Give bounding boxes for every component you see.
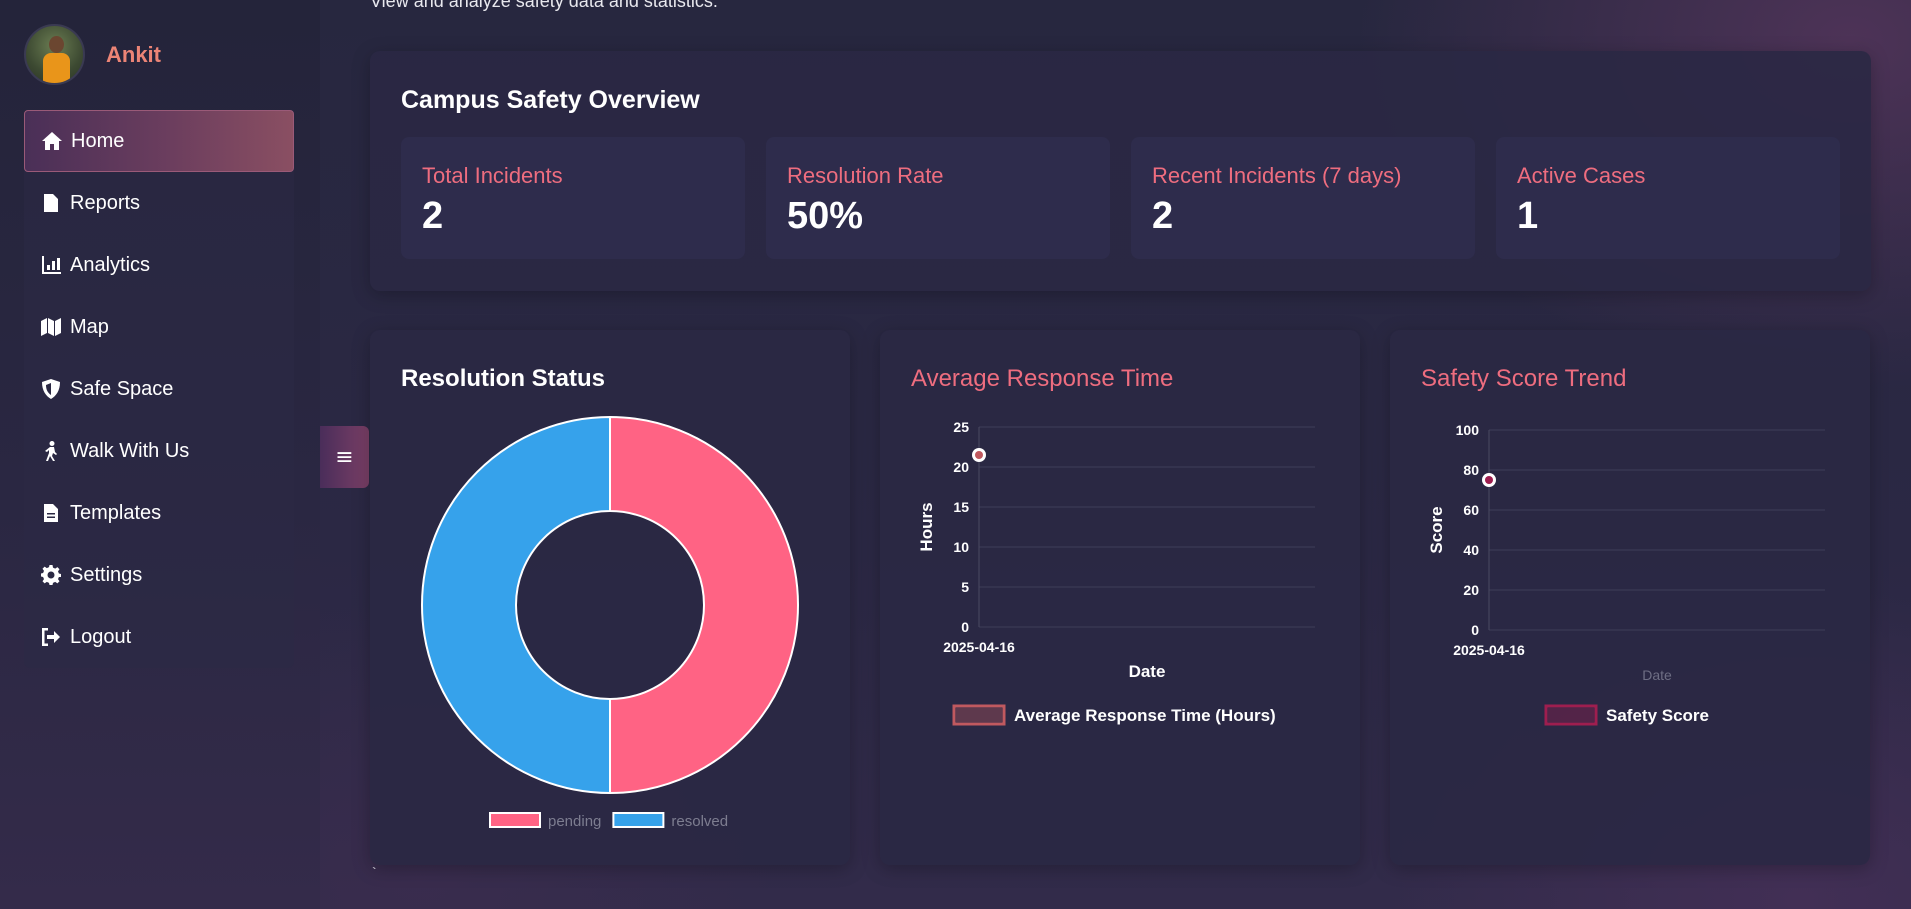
y-tick-label: 40 <box>1463 542 1479 558</box>
y-tick-label: 25 <box>953 419 969 435</box>
safety-score-card: Safety Score Trend 0 20 40 60 80 100 2025-04-1… <box>1390 330 1870 865</box>
safety-overview-card: Campus Safety Overview Total Incidents 2… <box>370 51 1871 291</box>
sidebar-item-settings[interactable]: Settings <box>24 544 294 606</box>
y-tick-label: 20 <box>953 459 969 475</box>
donut-slice-pending <box>609 415 799 795</box>
home-icon <box>41 130 63 152</box>
data-point <box>1485 476 1493 484</box>
sidebar-toggle-button[interactable]: ≡ <box>320 426 369 488</box>
y-tick-label: 0 <box>1471 622 1479 638</box>
y-axis-title: Hours <box>917 502 936 551</box>
gear-icon <box>40 564 62 586</box>
sidebar-item-label: Safe Space <box>70 377 174 400</box>
user-name: Ankit <box>106 41 161 67</box>
resolution-status-card: Resolution Status pending resolved <box>370 330 850 865</box>
legend-swatch-fill <box>1548 708 1594 722</box>
stat-active-cases: Active Cases 1 <box>1496 137 1840 259</box>
x-tick-label: 2025-04-16 <box>943 639 1015 655</box>
sidebar: Ankit Home Reports Analytics Map Safe Sp… <box>0 0 320 909</box>
y-tick-label: 60 <box>1463 502 1479 518</box>
legend-label-resolved: resolved <box>671 813 728 830</box>
y-tick-label: 10 <box>953 539 969 555</box>
stat-value: 2 <box>1152 195 1174 237</box>
donut-slice-resolved <box>421 415 611 795</box>
sidebar-item-reports[interactable]: Reports <box>24 172 294 234</box>
legend-swatch-resolved <box>612 812 665 828</box>
y-axis-title: Score <box>1427 506 1446 553</box>
stat-resolution-rate: Resolution Rate 50% <box>766 137 1110 259</box>
map-icon <box>40 316 62 338</box>
y-tick-label: 20 <box>1463 582 1479 598</box>
sidebar-item-label: Home <box>71 129 125 152</box>
sidebar-item-map[interactable]: Map <box>24 296 294 358</box>
sidebar-item-logout[interactable]: Logout <box>24 606 294 668</box>
x-axis-title: Date <box>1129 662 1166 681</box>
stat-label: Recent Incidents (7 days) <box>1152 163 1402 188</box>
stat-value: 50% <box>787 195 864 237</box>
sidebar-item-analytics[interactable]: Analytics <box>24 234 294 296</box>
legend-label-pending: pending <box>548 813 601 830</box>
document-icon <box>40 502 62 524</box>
sidebar-item-label: Walk With Us <box>70 439 190 462</box>
legend-swatch-pending <box>489 812 541 828</box>
legend-label: Average Response Time (Hours) <box>1014 706 1276 725</box>
resolution-status-chart[interactable]: pending resolved <box>370 330 850 865</box>
sidebar-item-label: Templates <box>70 501 162 524</box>
data-point <box>975 451 983 459</box>
user-profile[interactable]: Ankit <box>24 24 161 85</box>
y-tick-label: 5 <box>961 579 969 595</box>
stat-total-incidents: Total Incidents 2 <box>401 137 745 259</box>
sidebar-item-walk-with-us[interactable]: Walk With Us <box>24 420 294 482</box>
sidebar-item-templates[interactable]: Templates <box>24 482 294 544</box>
sidebar-item-safe-space[interactable]: Safe Space <box>24 358 294 420</box>
y-tick-label: 80 <box>1463 462 1479 478</box>
y-tick-label: 0 <box>961 619 969 635</box>
safety-score-chart[interactable]: 0 20 40 60 80 100 2025-04-16 Date Score Safety Sc… <box>1390 330 1870 865</box>
file-icon <box>40 192 62 214</box>
avatar-body <box>43 53 70 83</box>
page-subtitle: View and analyze safety data and statist… <box>370 0 718 11</box>
walking-icon <box>40 440 62 462</box>
stat-label: Total Incidents <box>422 163 563 188</box>
stat-label: Resolution Rate <box>787 163 944 188</box>
stat-value: 1 <box>1517 195 1539 237</box>
x-axis-title: Date <box>1642 667 1672 683</box>
overview-title: Campus Safety Overview <box>401 86 700 114</box>
sidebar-nav: Home Reports Analytics Map Safe Space Wa… <box>24 110 294 668</box>
avatar-head <box>49 36 64 53</box>
legend-label: Safety Score <box>1606 706 1709 725</box>
shield-icon <box>40 378 62 400</box>
stat-label: Active Cases <box>1517 163 1646 188</box>
sidebar-item-label: Logout <box>70 625 132 648</box>
stat-recent-incidents: Recent Incidents (7 days) 2 <box>1131 137 1475 259</box>
response-time-chart[interactable]: 05101520252025-04-16DateHoursAverage Res… <box>880 330 1360 865</box>
x-tick-label: 2025-04-16 <box>1453 642 1525 658</box>
y-tick-label: 100 <box>1456 422 1480 438</box>
sidebar-item-home[interactable]: Home <box>24 110 294 172</box>
sidebar-item-label: Map <box>70 315 109 338</box>
sidebar-item-label: Analytics <box>70 253 151 276</box>
y-tick-label: 15 <box>953 499 969 515</box>
sidebar-item-label: Reports <box>70 191 141 214</box>
hamburger-icon: ≡ <box>335 444 354 470</box>
stray-backtick: ` <box>370 866 379 882</box>
stat-value: 2 <box>422 195 444 237</box>
chart-icon <box>40 254 62 276</box>
logout-icon <box>40 626 62 648</box>
avatar[interactable] <box>24 24 85 85</box>
legend-swatch-fill <box>956 708 1002 722</box>
response-time-card: Average Response Time 0 5 10 15 20 25 2025-04-… <box>880 330 1360 865</box>
sidebar-item-label: Settings <box>70 563 143 586</box>
